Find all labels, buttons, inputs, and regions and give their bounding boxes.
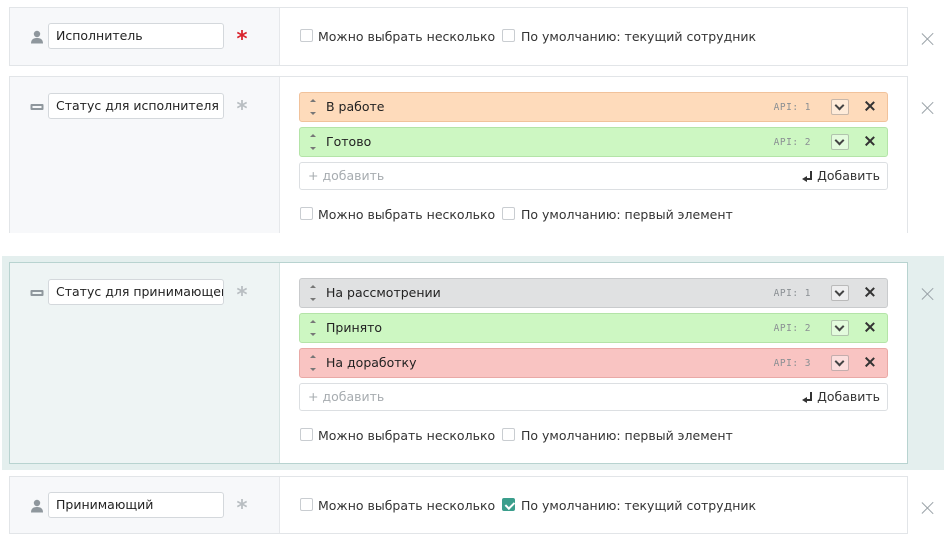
delete-field-icon[interactable]: [922, 33, 934, 45]
multiple-checkbox[interactable]: [300, 428, 313, 441]
required-star-icon[interactable]: *: [235, 99, 249, 120]
multiple-label: Можно выбрать несколько: [318, 207, 496, 222]
remove-option-icon[interactable]: [865, 357, 875, 367]
required-star-icon[interactable]: *: [235, 29, 249, 50]
user-icon: [31, 499, 43, 513]
multiple-checkbox[interactable]: [300, 498, 313, 511]
option-api-id: API: 1: [773, 288, 811, 299]
option-row[interactable]: В работе API: 1: [299, 92, 888, 122]
default-label: По умолчанию: первый элемент: [521, 428, 733, 443]
remove-option-icon[interactable]: [865, 136, 875, 146]
add-option-button[interactable]: Добавить: [802, 163, 880, 189]
drag-handle-icon[interactable]: [310, 134, 316, 137]
remove-option-icon[interactable]: [865, 287, 875, 297]
option-row[interactable]: Готово API: 2: [299, 127, 888, 157]
enter-icon: [802, 392, 813, 403]
default-label: По умолчанию: первый элемент: [521, 207, 733, 222]
option-label[interactable]: В работе: [326, 93, 384, 121]
user-icon: [31, 30, 43, 44]
drag-handle-icon[interactable]: [310, 285, 316, 288]
add-button-label: Добавить: [817, 168, 880, 183]
default-checkbox[interactable]: [502, 428, 515, 441]
default-label: По умолчанию: текущий сотрудник: [521, 498, 757, 513]
add-option-button[interactable]: Добавить: [802, 384, 880, 410]
drag-handle-icon[interactable]: [310, 320, 316, 323]
option-label[interactable]: Принято: [326, 314, 382, 342]
option-row[interactable]: На рассмотрении API: 1: [299, 278, 888, 308]
list-type-icon: [30, 290, 44, 296]
required-star-icon[interactable]: *: [235, 285, 249, 306]
default-checkbox[interactable]: [502, 29, 515, 42]
multiple-label: Можно выбрать несколько: [318, 498, 496, 513]
add-button-label: Добавить: [817, 389, 880, 404]
remove-option-icon[interactable]: [865, 101, 875, 111]
required-star-icon[interactable]: *: [235, 498, 249, 519]
add-option-placeholder: + добавить: [308, 389, 385, 404]
option-api-id: API: 3: [773, 358, 811, 369]
remove-option-icon[interactable]: [865, 322, 875, 332]
add-option-input[interactable]: + добавить Добавить: [299, 383, 888, 411]
field-name-input[interactable]: Исполнитель: [48, 23, 224, 49]
field-name-input[interactable]: Статус для исполнителя: [48, 93, 224, 119]
field-name-input[interactable]: Принимающий: [48, 492, 224, 518]
color-dropdown-icon[interactable]: [831, 134, 849, 150]
delete-field-icon[interactable]: [922, 102, 934, 114]
color-dropdown-icon[interactable]: [831, 355, 849, 371]
delete-field-icon[interactable]: [922, 288, 934, 300]
add-option-placeholder: + добавить: [308, 168, 385, 183]
color-dropdown-icon[interactable]: [831, 99, 849, 115]
field-name-input[interactable]: Статус для принимающего: [48, 279, 224, 305]
drag-handle-icon[interactable]: [310, 99, 316, 102]
option-api-id: API: 2: [773, 323, 811, 334]
default-checkbox[interactable]: [502, 207, 515, 220]
multiple-label: Можно выбрать несколько: [318, 428, 496, 443]
option-label[interactable]: На доработку: [326, 349, 417, 377]
default-label: По умолчанию: текущий сотрудник: [521, 29, 757, 44]
multiple-checkbox[interactable]: [300, 207, 313, 220]
color-dropdown-icon[interactable]: [831, 320, 849, 336]
delete-field-icon[interactable]: [922, 502, 934, 514]
option-label[interactable]: Готово: [326, 128, 371, 156]
multiple-label: Можно выбрать несколько: [318, 29, 496, 44]
add-option-input[interactable]: + добавить Добавить: [299, 162, 888, 190]
option-row[interactable]: Принято API: 2: [299, 313, 888, 343]
enter-icon: [802, 171, 813, 182]
color-dropdown-icon[interactable]: [831, 285, 849, 301]
option-api-id: API: 1: [773, 102, 811, 113]
drag-handle-icon[interactable]: [310, 355, 316, 358]
multiple-checkbox[interactable]: [300, 29, 313, 42]
option-api-id: API: 2: [773, 137, 811, 148]
option-row[interactable]: На доработку API: 3: [299, 348, 888, 378]
list-type-icon: [30, 104, 44, 110]
default-checkbox-checked[interactable]: [502, 498, 515, 511]
option-label[interactable]: На рассмотрении: [326, 279, 441, 307]
